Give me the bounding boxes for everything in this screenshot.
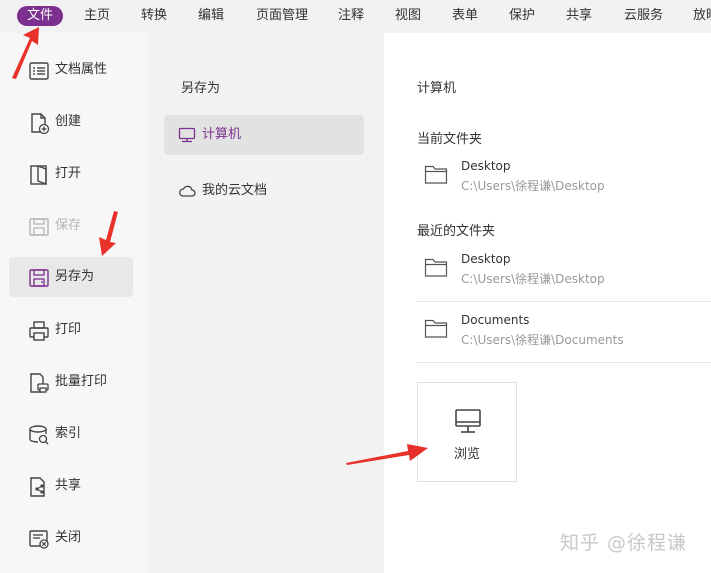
menu-file[interactable]: 文件 [17, 6, 64, 26]
location-label: 计算机 [202, 127, 242, 142]
divider [417, 362, 711, 363]
location-cloud-documents[interactable]: 我的云文档 [164, 171, 364, 211]
printer-icon [29, 321, 49, 341]
index-icon [29, 425, 49, 445]
sidebar-item-label: 关闭 [55, 530, 82, 545]
menu-annotate[interactable]: 注释 [338, 6, 364, 26]
sidebar-item-label: 打开 [55, 166, 82, 181]
folder-icon [424, 258, 448, 277]
open-document-icon [30, 164, 47, 186]
computer-icon [178, 127, 196, 143]
menu-form[interactable]: 表单 [452, 6, 478, 26]
folder-item[interactable]: Documents C:\Users\徐程谦\Documents [417, 305, 711, 361]
menu-edit[interactable]: 编辑 [198, 6, 224, 26]
folder-path: C:\Users\徐程谦\Desktop [461, 179, 605, 193]
browse-label: 浏览 [453, 447, 480, 462]
sidebar-item-index[interactable]: 索引 [9, 414, 133, 454]
backstage-sidebar: 文档属性 创建 打开 保存 另存为 打印 批量打印 索引 共享 关闭 [0, 33, 148, 573]
save-icon [29, 218, 49, 236]
folder-path: C:\Users\徐程谦\Desktop [461, 272, 605, 286]
recent-folder-heading: 最近的文件夹 [417, 224, 496, 239]
current-folder-heading: 当前文件夹 [417, 132, 483, 147]
computer-folders-panel: 计算机 当前文件夹 Desktop C:\Users\徐程谦\Desktop 最… [384, 33, 711, 573]
save-as-icon [29, 269, 49, 287]
create-document-icon [31, 113, 50, 134]
panel-title: 另存为 [181, 81, 221, 96]
menu-page-management[interactable]: 页面管理 [256, 6, 308, 26]
sidebar-item-label: 批量打印 [55, 374, 108, 389]
sidebar-item-label: 文档属性 [55, 62, 108, 77]
annotation-arrow-icon [12, 27, 39, 79]
menu-slideshow[interactable]: 放映 [693, 6, 711, 26]
menu-share[interactable]: 共享 [566, 6, 592, 26]
close-document-icon [29, 530, 49, 549]
save-as-locations-panel: 另存为 计算机 我的云文档 [148, 33, 384, 573]
menu-protect[interactable]: 保护 [509, 6, 535, 26]
menu-bar: 文件 主页 转换 编辑 页面管理 注释 视图 表单 保护 共享 云服务 放映 [0, 0, 711, 33]
folder-name: Desktop [461, 252, 511, 266]
sidebar-item-label: 打印 [55, 322, 82, 337]
share-icon [30, 477, 45, 497]
cloud-icon [179, 185, 196, 197]
watermark: 知乎 @徐程谦 [560, 532, 688, 554]
sidebar-item-label: 创建 [55, 114, 82, 129]
sidebar-item-label: 索引 [55, 426, 82, 441]
browse-button[interactable]: 浏览 [417, 382, 517, 482]
sidebar-item-print[interactable]: 打印 [9, 310, 133, 350]
folder-icon [424, 319, 448, 338]
divider [417, 301, 711, 302]
folder-item[interactable]: Desktop C:\Users\徐程谦\Desktop [417, 151, 711, 207]
sidebar-item-label: 另存为 [55, 269, 95, 284]
sidebar-item-save-as[interactable]: 另存为 [9, 257, 133, 297]
annotation-arrow-icon [99, 211, 118, 256]
folder-item[interactable]: Desktop C:\Users\徐程谦\Desktop [417, 244, 711, 300]
sidebar-item-close[interactable]: 关闭 [9, 518, 133, 558]
computer-icon [455, 409, 481, 433]
sidebar-item-batch-print[interactable]: 批量打印 [9, 362, 133, 402]
folder-name: Desktop [461, 159, 511, 173]
menu-view[interactable]: 视图 [395, 6, 421, 26]
sidebar-item-create[interactable]: 创建 [9, 102, 133, 142]
panel-title: 计算机 [417, 81, 457, 96]
annotation-arrow-icon [346, 444, 428, 465]
folder-path: C:\Users\徐程谦\Documents [461, 333, 624, 347]
menu-home[interactable]: 主页 [84, 6, 110, 26]
batch-print-icon [30, 373, 49, 393]
sidebar-item-label: 共享 [55, 478, 82, 493]
sidebar-item-label: 保存 [55, 218, 82, 233]
menu-cloud-service[interactable]: 云服务 [624, 6, 663, 26]
location-label: 我的云文档 [202, 183, 268, 198]
menu-convert[interactable]: 转换 [141, 6, 167, 26]
sidebar-item-open[interactable]: 打开 [9, 154, 133, 194]
folder-name: Documents [461, 313, 530, 327]
sidebar-item-share[interactable]: 共享 [9, 466, 133, 506]
location-computer[interactable]: 计算机 [164, 115, 364, 155]
folder-icon [424, 165, 448, 184]
